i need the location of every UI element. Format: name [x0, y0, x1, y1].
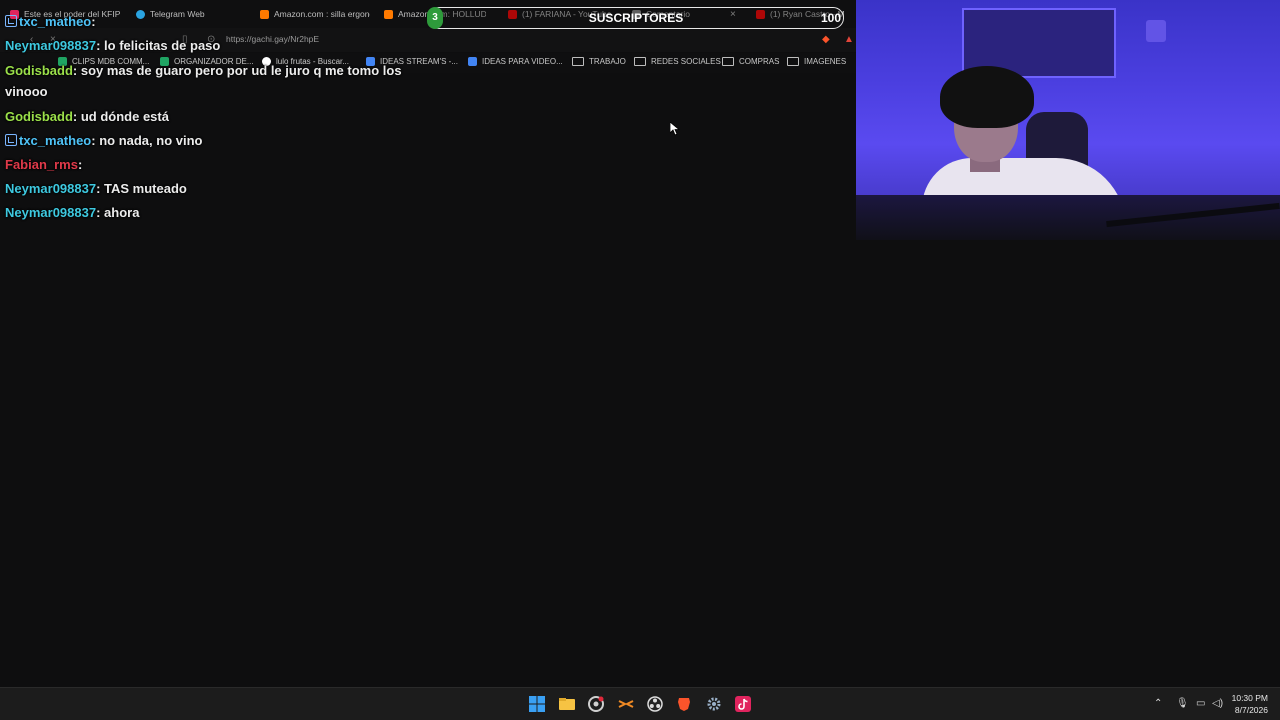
- webcam-feed: [856, 0, 1280, 240]
- chat-text: ahora: [104, 205, 140, 220]
- chat-message: Neymar098837: lo felicitas de paso: [5, 38, 221, 53]
- chat-message: Fabian_rms:: [5, 157, 83, 172]
- chat-username: txc_matheo: [19, 133, 92, 148]
- brave-shield-icon[interactable]: ◆: [822, 34, 830, 45]
- streaming-tool-icon[interactable]: [618, 696, 634, 712]
- wall-lamp: [1146, 20, 1166, 42]
- chat-overlay: txc_matheo: Neymar098837: lo felicitas d…: [5, 10, 425, 225]
- folder-icon: [722, 57, 734, 66]
- clock-time: 10:30 PM: [1231, 693, 1268, 703]
- chat-username: txc_matheo: [19, 14, 92, 29]
- tray-overflow-icon[interactable]: ⌃: [1154, 698, 1162, 709]
- chat-username: Fabian_rms: [5, 157, 78, 172]
- brave-rewards-icon[interactable]: ▲: [844, 34, 854, 45]
- taskbar: ⌃ 🎙 ▭ ◁) 10:30 PM 8/7/2026: [0, 687, 1280, 720]
- desk: [856, 195, 1280, 240]
- network-icon[interactable]: ▭: [1196, 698, 1205, 709]
- windows-start-icon[interactable]: [529, 696, 545, 712]
- chat-username: Neymar098837: [5, 205, 97, 220]
- clock-date: 8/7/2026: [1234, 705, 1268, 715]
- folder-icon: [787, 57, 799, 66]
- bookmark-redes[interactable]: REDES SOCIALES: [634, 57, 721, 66]
- chrome-canary-icon[interactable]: [588, 696, 604, 712]
- goal-title: SUSCRIPTORES: [588, 11, 684, 25]
- chat-message: Godisbadd: ud dónde está: [5, 109, 169, 124]
- mouse-cursor-icon: [669, 121, 681, 141]
- system-clock[interactable]: 10:30 PM 8/7/2026: [1232, 692, 1268, 716]
- chat-text: lo felicitas de paso: [104, 38, 221, 53]
- bookmark-label: IDEAS PARA VIDEO...: [482, 57, 563, 66]
- chat-message: Neymar098837: ahora: [5, 205, 140, 220]
- chat-username: Godisbadd: [5, 63, 73, 78]
- bookmark-label: COMPRAS: [739, 57, 780, 66]
- chat-text: no nada, no vino: [99, 133, 203, 148]
- folder-icon: [572, 57, 584, 66]
- tiktok-live-icon[interactable]: [735, 696, 751, 712]
- chat-message: Neymar098837: TAS muteado: [5, 181, 187, 196]
- folder-icon: [634, 57, 646, 66]
- brave-browser-icon[interactable]: [676, 696, 692, 712]
- volume-icon[interactable]: ◁): [1212, 698, 1223, 709]
- chat-username: Neymar098837: [5, 38, 97, 53]
- bookmark-ideas-video[interactable]: IDEAS PARA VIDEO...: [468, 57, 563, 66]
- chat-message: Godisbadd: soy mas de guaro pero por ud …: [5, 63, 402, 99]
- chat-message: txc_matheo: no nada, no vino: [5, 129, 425, 153]
- chat-text: ud dónde está: [80, 109, 169, 124]
- chat-text: TAS muteado: [104, 181, 187, 196]
- file-explorer-icon[interactable]: [559, 696, 575, 712]
- bookmark-label: IMAGENES: [804, 57, 847, 66]
- bookmark-imagenes[interactable]: IMAGENES: [787, 57, 846, 66]
- streamer-hair: [940, 66, 1034, 128]
- subscriber-goal-bar: 3 SUSCRIPTORES 100: [427, 7, 844, 29]
- chat-username: Neymar098837: [5, 181, 97, 196]
- bookmark-label: REDES SOCIALES: [651, 57, 721, 66]
- chat-message: txc_matheo:: [5, 10, 425, 34]
- verified-badge-icon: [5, 134, 17, 146]
- chat-username: Godisbadd: [5, 109, 73, 124]
- bookmark-compras[interactable]: COMPRAS: [722, 57, 779, 66]
- docs-icon: [468, 57, 477, 66]
- microphone-icon[interactable]: 🎙: [1176, 698, 1189, 709]
- verified-badge-icon: [5, 15, 17, 27]
- goal-target-count: 100: [820, 11, 841, 25]
- bookmark-trabajo[interactable]: TRABAJO: [572, 57, 626, 66]
- obs-icon[interactable]: [647, 696, 663, 712]
- bookmark-label: TRABAJO: [589, 57, 626, 66]
- settings-icon[interactable]: [706, 696, 722, 712]
